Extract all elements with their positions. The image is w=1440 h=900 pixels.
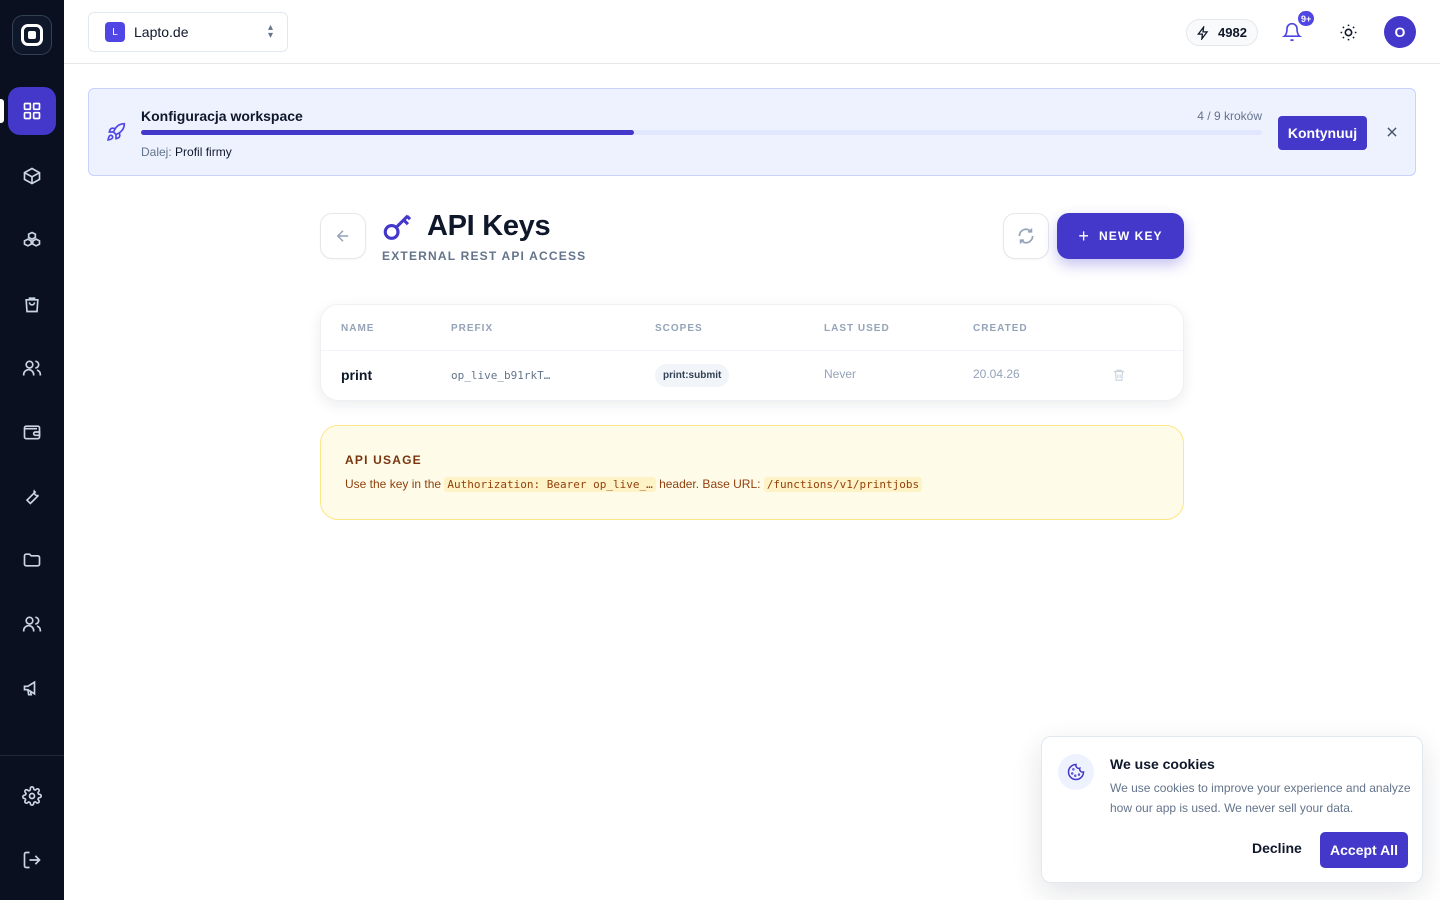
megaphone-icon [23, 680, 36, 696]
new-key-button[interactable]: + NEW KEY [1057, 213, 1184, 259]
sidebar-item-logout[interactable] [8, 836, 56, 884]
team-icon [22, 616, 42, 632]
trash-icon[interactable] [1112, 368, 1126, 382]
dashboard-icon [23, 102, 41, 120]
column-header-last-used: LAST USED [824, 323, 890, 334]
key-icon [383, 214, 412, 240]
credits-value: 4982 [1218, 25, 1247, 40]
top-bar: L Lapto.de ▴ ▾ 4982 9+ O [64, 0, 1440, 64]
box-icon [23, 167, 41, 185]
onboarding-next: Dalej: Profil firmy [141, 145, 232, 159]
shopping-bag-icon [25, 297, 39, 313]
api-usage-note: API USAGE Use the key in the Authorizati… [320, 425, 1184, 520]
page-subtitle: EXTERNAL REST API ACCESS [382, 249, 587, 263]
key-last-used: Never [824, 367, 857, 381]
chevron-up-down-icon: ▴ ▾ [267, 22, 273, 41]
close-banner-button[interactable] [1382, 122, 1402, 142]
app-logo[interactable] [12, 15, 52, 55]
onboarding-progress-track [141, 130, 1262, 135]
folder-icon [23, 553, 41, 567]
rocket-icon [107, 122, 126, 141]
wallet-icon [23, 425, 41, 440]
accept-all-button[interactable]: Accept All [1320, 832, 1408, 868]
bell-icon [1282, 22, 1302, 42]
cookie-title: We use cookies [1110, 756, 1215, 772]
usage-text-part-1: Use the key in the [345, 477, 442, 491]
sidebar-divider [0, 755, 64, 756]
onboarding-banner: Konfiguracja workspace 4 / 9 kroków Dale… [88, 88, 1416, 176]
back-button[interactable] [320, 213, 366, 259]
cookie-icon [1058, 754, 1094, 790]
sidebar-item-inventory[interactable] [8, 216, 56, 264]
sidebar-item-customers[interactable] [8, 344, 56, 392]
sidebar-item-marketing[interactable] [8, 664, 56, 712]
api-keys-table: NAME PREFIX SCOPES LAST USED CREATED pri… [320, 304, 1184, 401]
cookie-banner: We use cookies We use cookies to improve… [1041, 736, 1423, 883]
onboarding-steps: 4 / 9 kroków [1197, 109, 1262, 123]
settings-icon [22, 786, 42, 806]
sidebar-item-products[interactable] [8, 152, 56, 200]
refresh-button[interactable] [1003, 213, 1049, 259]
key-name: print [341, 367, 373, 383]
user-avatar[interactable]: O [1384, 16, 1416, 48]
theme-toggle[interactable] [1334, 18, 1362, 46]
workspace-badge: L [105, 22, 125, 42]
sidebar-item-team[interactable] [8, 600, 56, 648]
decline-button[interactable]: Decline [1252, 840, 1302, 856]
boxes-icon [23, 231, 41, 247]
column-header-prefix: PREFIX [451, 323, 494, 334]
sidebar-item-files[interactable] [8, 536, 56, 584]
plus-icon: + [1078, 226, 1090, 246]
wrench-icon [25, 489, 40, 505]
sun-icon [1340, 24, 1356, 40]
usage-text-part-2: header. Base URL: [659, 477, 761, 491]
onboarding-next-step: Profil firmy [175, 145, 232, 159]
usage-title: API USAGE [345, 453, 422, 467]
continue-button[interactable]: Kontynuuj [1278, 116, 1367, 150]
key-prefix: op_live_b91rkT… [451, 369, 551, 382]
scope-chip: print:submit [655, 364, 730, 387]
sidebar-item-orders[interactable] [8, 280, 56, 328]
workspace-name: Lapto.de [134, 24, 189, 40]
sidebar-item-settings[interactable] [8, 772, 56, 820]
onboarding-title: Konfiguracja workspace [141, 108, 303, 124]
column-header-created: CREATED [973, 323, 1028, 334]
users-icon [22, 360, 42, 376]
usage-text: Use the key in the Authorization: Bearer… [345, 477, 923, 492]
logout-icon [23, 851, 41, 869]
onboarding-next-label: Dalej: [141, 145, 172, 159]
close-icon [1387, 127, 1397, 137]
onboarding-progress-fill [141, 130, 635, 135]
cookie-text: We use cookies to improve your experienc… [1110, 781, 1411, 815]
lightning-icon [1197, 25, 1209, 40]
sidebar [0, 0, 64, 900]
auth-header-code: Authorization: Bearer op_live_… [444, 477, 656, 492]
notifications-badge: 9+ [1297, 10, 1316, 27]
active-nav-indicator [0, 99, 4, 123]
column-header-scopes: SCOPES [655, 323, 703, 334]
column-header-name: NAME [341, 323, 375, 334]
sidebar-item-dashboard[interactable] [8, 87, 56, 135]
refresh-icon [1018, 228, 1034, 244]
credits-counter[interactable]: 4982 [1186, 19, 1258, 46]
table-header: NAME PREFIX SCOPES LAST USED CREATED [321, 305, 1183, 351]
arrow-left-icon [336, 230, 349, 242]
new-key-label: NEW KEY [1098, 229, 1163, 243]
base-url-code: /functions/v1/printjobs [763, 477, 923, 492]
page-title: API Keys [427, 210, 551, 242]
sidebar-item-tools[interactable] [8, 472, 56, 520]
sidebar-item-wallet[interactable] [8, 408, 56, 456]
key-created: 20.04.26 [973, 367, 1020, 381]
workspace-switcher[interactable]: L Lapto.de ▴ ▾ [88, 12, 288, 52]
